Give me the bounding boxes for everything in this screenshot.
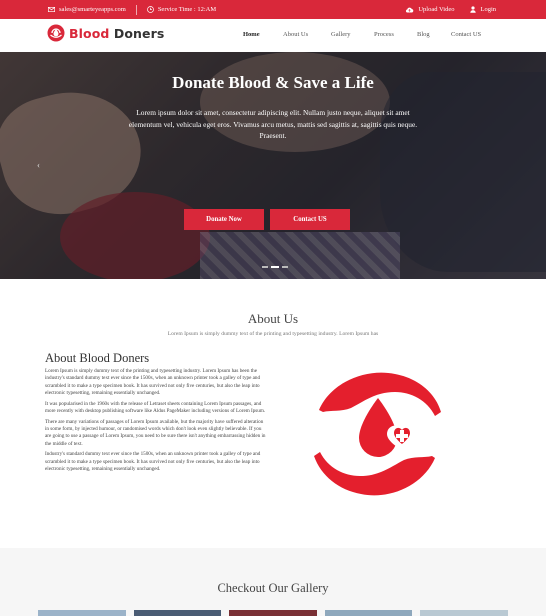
service-time-text: Service Time : 12:AM bbox=[157, 6, 217, 13]
login-link[interactable]: Login bbox=[470, 6, 496, 13]
about-text: Lorem Ipsum is simply dummy text of the … bbox=[45, 368, 268, 477]
gallery-thumbnail[interactable] bbox=[133, 610, 222, 616]
slider-dot[interactable] bbox=[282, 266, 288, 268]
nav-item-contact-us[interactable]: Contact US bbox=[451, 31, 481, 38]
user-icon bbox=[470, 6, 477, 13]
slider-dot-active[interactable] bbox=[271, 266, 279, 268]
email-contact[interactable]: sales@smarteyeapps.com bbox=[48, 6, 126, 13]
hero-title: Donate Blood & Save a Life bbox=[172, 73, 374, 92]
hero-text: Lorem ipsum dolor sit amet, consectetur … bbox=[128, 108, 418, 140]
about-paragraph: Industry's standard dummy text ever sinc… bbox=[45, 451, 261, 473]
about-paragraph: There are many variations of passages of… bbox=[45, 418, 266, 447]
nav-menu: Home About Us Gallery Process Blog Conta… bbox=[0, 19, 546, 52]
login-label: Login bbox=[480, 6, 496, 13]
gallery-thumbnail[interactable] bbox=[38, 610, 126, 616]
about-paragraph: It was popularised in the 1960s with the… bbox=[45, 400, 266, 414]
chevron-left-icon[interactable]: ‹ bbox=[37, 160, 40, 170]
gallery-thumbnails bbox=[38, 610, 508, 616]
service-time: Service Time : 12:AM bbox=[146, 6, 217, 13]
contact-us-button[interactable]: Contact US bbox=[270, 209, 350, 230]
hands-blood-drop-icon bbox=[311, 368, 444, 500]
email-text: sales@smarteyeapps.com bbox=[59, 6, 126, 13]
gallery-heading: Checkout Our Gallery bbox=[217, 581, 329, 595]
main-navbar: Blood Doners Home About Us Gallery Proce… bbox=[0, 19, 546, 53]
about-paragraph: Lorem Ipsum is simply dummy text of the … bbox=[45, 368, 261, 396]
clock-icon bbox=[146, 6, 154, 13]
donate-now-button[interactable]: Donate Now bbox=[184, 209, 264, 230]
about-subheading: Lorem Ipsum is simply dummy text of the … bbox=[167, 331, 379, 337]
gallery-thumbnail[interactable] bbox=[324, 610, 413, 616]
nav-item-gallery[interactable]: Gallery bbox=[331, 31, 351, 38]
upload-video-label: Upload Video bbox=[418, 6, 455, 13]
gallery-thumbnail[interactable] bbox=[420, 610, 508, 616]
about-heading: About Us bbox=[247, 311, 299, 326]
nav-item-blog[interactable]: Blog bbox=[417, 31, 430, 38]
cloud-upload-icon bbox=[405, 7, 414, 13]
gallery-thumbnail[interactable] bbox=[229, 610, 317, 616]
divider bbox=[135, 4, 137, 15]
nav-item-process[interactable]: Process bbox=[374, 31, 394, 38]
nav-item-home[interactable]: Home bbox=[243, 31, 260, 38]
slider-dot[interactable] bbox=[262, 266, 268, 268]
slider-indicators bbox=[262, 266, 288, 268]
envelope-icon bbox=[48, 7, 55, 12]
about-title: About Blood Doners bbox=[45, 351, 150, 365]
nav-item-about-us[interactable]: About Us bbox=[283, 31, 308, 38]
top-bar: sales@smarteyeapps.com Service Time : 12… bbox=[0, 0, 546, 19]
upload-video-link[interactable]: Upload Video bbox=[405, 6, 454, 13]
